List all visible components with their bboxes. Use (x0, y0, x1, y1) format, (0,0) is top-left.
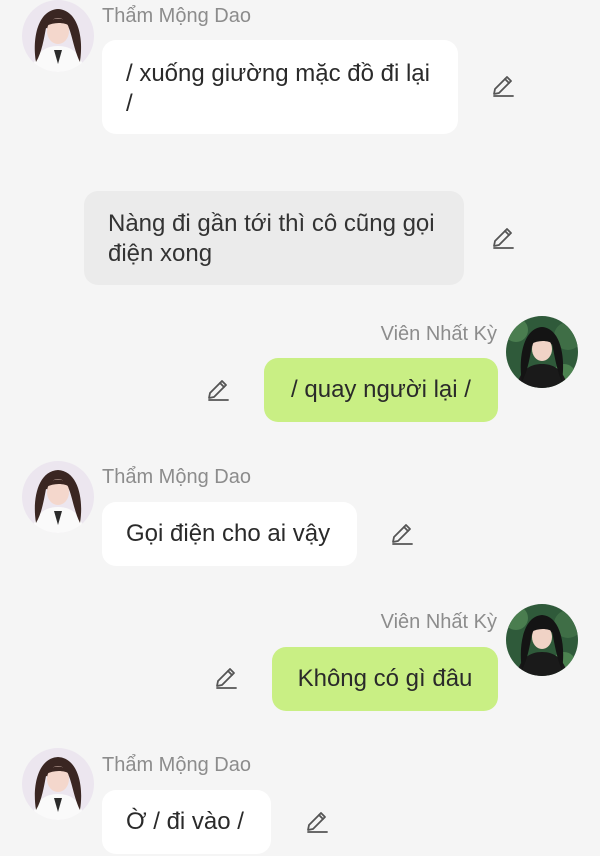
pencil-edit-icon[interactable] (389, 522, 415, 548)
pencil-edit-icon[interactable] (490, 226, 516, 252)
pencil-edit-icon[interactable] (490, 74, 516, 100)
sender-avatar[interactable] (22, 748, 94, 820)
message-bubble[interactable]: / quay người lại / (264, 358, 498, 422)
sender-name: Thẩm Mộng Dao (102, 466, 251, 488)
message-bubble[interactable]: Không có gì đâu (272, 647, 498, 711)
sender-name: Thẩm Mộng Dao (102, 5, 251, 27)
message-bubble[interactable]: Gọi điện cho ai vậy (102, 502, 357, 566)
message-text: Gọi điện cho ai vậy (126, 520, 331, 547)
sender-name: Viên Nhất Kỳ (380, 323, 497, 345)
pencil-edit-icon[interactable] (205, 378, 231, 404)
message-bubble[interactable]: / xuống giường mặc đồ đi lại / (102, 40, 458, 134)
pencil-edit-icon[interactable] (304, 810, 330, 836)
message-text: Nàng đi gần tới thì cô cũng gọi điện xon… (108, 210, 435, 267)
pencil-edit-icon[interactable] (213, 666, 239, 692)
narration-bubble[interactable]: Nàng đi gần tới thì cô cũng gọi điện xon… (84, 191, 464, 285)
sender-avatar[interactable] (22, 0, 94, 72)
sender-name: Viên Nhất Kỳ (380, 611, 497, 633)
message-bubble[interactable]: Ờ / đi vào / (102, 790, 271, 854)
message-text: / xuống giường mặc đồ đi lại / (126, 60, 430, 117)
sender-avatar[interactable] (506, 604, 578, 676)
message-text: Ờ / đi vào / (126, 808, 244, 835)
message-text: / quay người lại / (291, 376, 471, 403)
message-text: Không có gì đâu (297, 665, 473, 692)
sender-name: Thẩm Mộng Dao (102, 754, 251, 776)
sender-avatar[interactable] (506, 316, 578, 388)
sender-avatar[interactable] (22, 461, 94, 533)
